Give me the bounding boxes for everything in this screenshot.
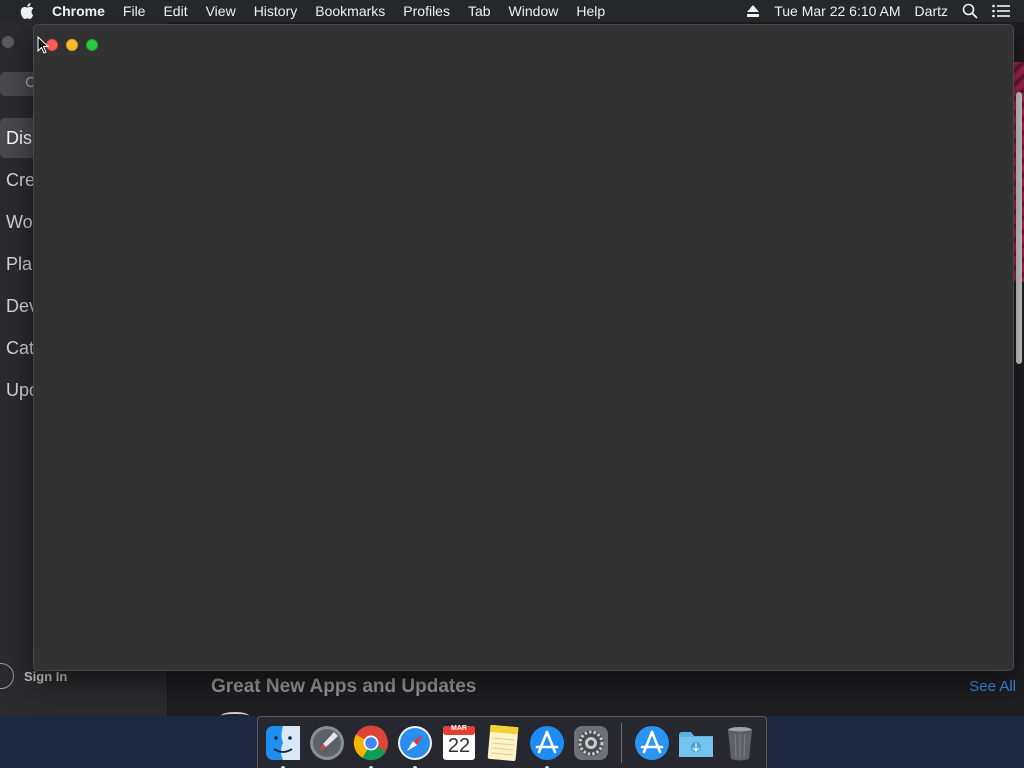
menu-history[interactable]: History	[254, 0, 298, 22]
see-all-link[interactable]: See All	[969, 678, 1016, 695]
avatar	[0, 663, 14, 689]
dock-item-chrome[interactable]	[351, 723, 391, 768]
trash-icon	[728, 726, 752, 760]
dock-separator	[621, 722, 622, 763]
window-controls	[46, 39, 106, 51]
window-control-icon[interactable]	[2, 36, 14, 48]
spotlight-search-icon[interactable]	[962, 3, 978, 19]
calendar-month: MAR	[451, 724, 467, 732]
chrome-icon	[353, 725, 388, 760]
menu-view[interactable]: View	[206, 0, 236, 22]
system-preferences-icon	[574, 725, 608, 760]
calendar-day: 22	[447, 734, 471, 757]
dock-item-downloads[interactable]	[676, 723, 716, 763]
dock-item-system-preferences[interactable]	[571, 723, 611, 763]
dock-item-notes[interactable]	[483, 723, 523, 763]
menu-help[interactable]: Help	[576, 0, 605, 22]
mouse-cursor-icon	[37, 36, 49, 54]
notes-icon	[487, 724, 519, 761]
menu-user-name[interactable]: Dartz	[915, 3, 948, 19]
dock-item-safari[interactable]	[395, 723, 435, 768]
dock-item-app-store-stack[interactable]	[632, 723, 672, 763]
menu-edit[interactable]: Edit	[163, 0, 187, 22]
menu-bookmarks[interactable]: Bookmarks	[315, 0, 385, 22]
content-scrollbar[interactable]	[1016, 92, 1022, 364]
launchpad-icon	[310, 725, 344, 760]
menu-clock[interactable]: Tue Mar 22 6:10 AM	[774, 3, 900, 19]
app-store-downloads-icon	[635, 725, 669, 760]
dock-item-calendar[interactable]: MAR 22	[439, 723, 479, 763]
minimize-window-button[interactable]	[66, 39, 78, 51]
apple-menu-icon[interactable]	[20, 3, 38, 19]
section-title: Great New Apps and Updates	[211, 676, 477, 697]
safari-icon	[398, 725, 432, 760]
dock-item-trash[interactable]	[720, 723, 760, 763]
app-store-icon	[530, 725, 564, 760]
dock-item-app-store[interactable]	[527, 723, 567, 768]
menu-bar: Chrome File Edit View History Bookmarks …	[0, 0, 1024, 22]
menu-file[interactable]: File	[123, 0, 146, 22]
dock-item-launchpad[interactable]	[307, 723, 347, 763]
app-icon[interactable]	[221, 712, 249, 720]
menu-app-chrome[interactable]: Chrome	[52, 0, 105, 22]
downloads-folder-icon	[679, 731, 713, 757]
finder-icon	[266, 725, 300, 760]
menu-tab[interactable]: Tab	[468, 0, 491, 22]
dock: MAR 22	[257, 716, 767, 768]
zoom-window-button[interactable]	[86, 39, 98, 51]
menu-window[interactable]: Window	[509, 0, 559, 22]
notification-center-icon[interactable]	[992, 4, 1010, 18]
dock-item-finder[interactable]	[263, 723, 303, 768]
chrome-window	[33, 24, 1014, 671]
menu-profiles[interactable]: Profiles	[403, 0, 450, 22]
menu-bar-status-area: Tue Mar 22 6:10 AM Dartz	[746, 0, 1024, 22]
eject-icon[interactable]	[746, 5, 760, 17]
